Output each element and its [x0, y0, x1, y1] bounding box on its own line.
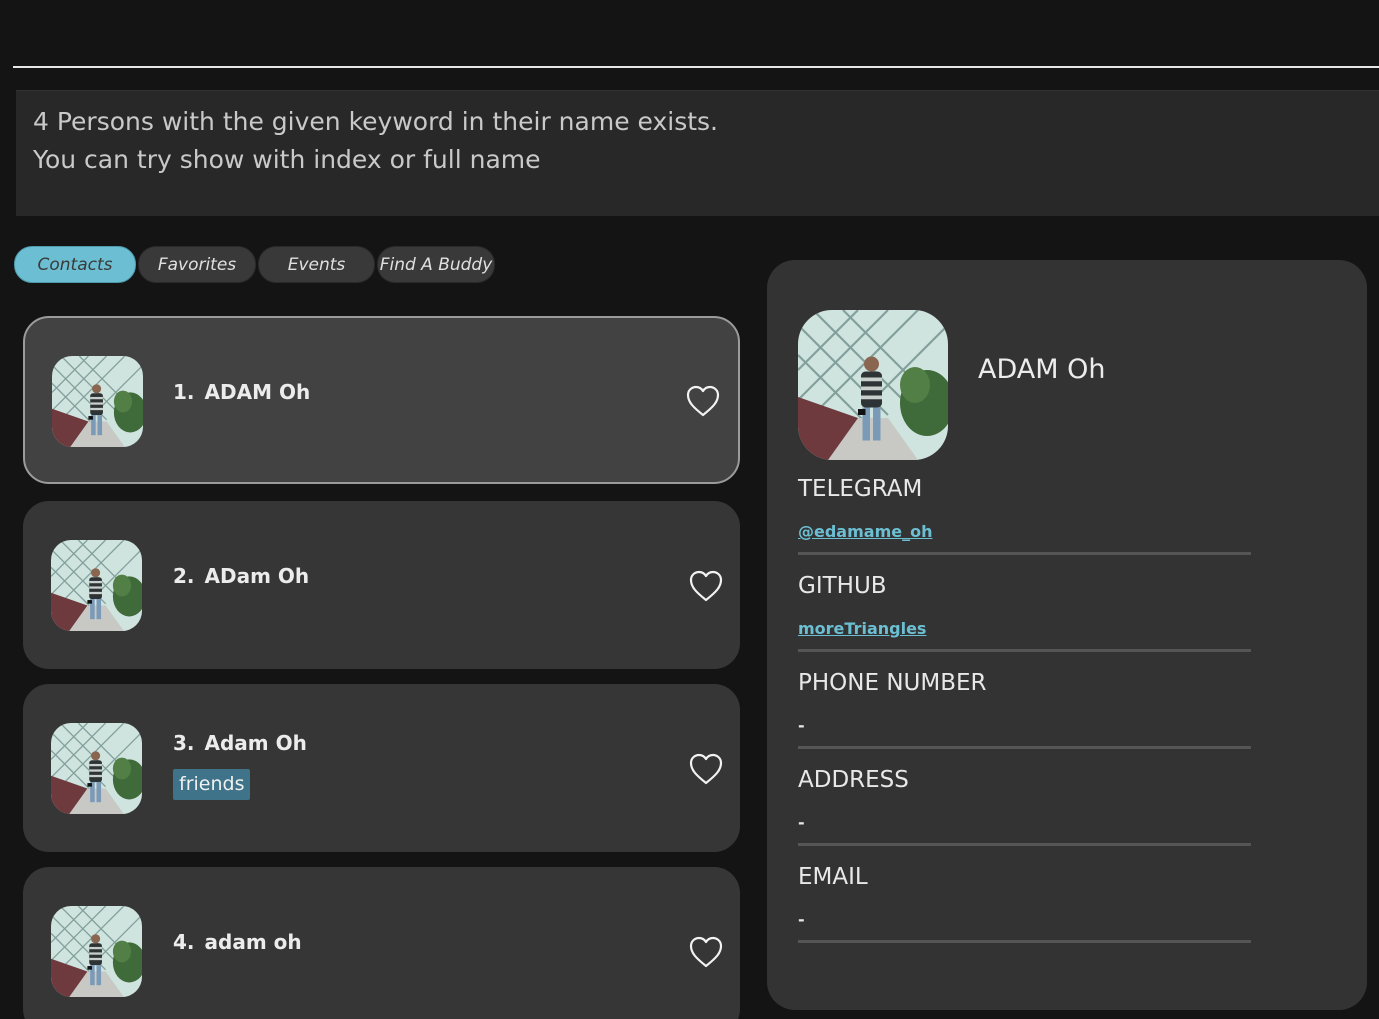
- contact-name: 3. Adam Oh: [173, 731, 307, 755]
- divider: [798, 940, 1251, 943]
- heart-outline-icon: [689, 570, 723, 602]
- telegram-link[interactable]: @edamame_oh: [798, 522, 1251, 548]
- contact-name-text: ADam Oh: [204, 564, 310, 588]
- contact-card[interactable]: 4. adam oh: [23, 867, 740, 1019]
- result-line-1: 4 Persons with the given keyword in thei…: [33, 107, 718, 136]
- command-input-underline: [13, 66, 1379, 68]
- avatar: [51, 723, 142, 814]
- avatar: [51, 540, 142, 631]
- contact-list[interactable]: 1. ADAM Oh 2. ADam Oh 3. Adam Oh friends…: [23, 316, 741, 1019]
- field-label: TELEGRAM: [798, 476, 923, 502]
- field-label: PHONE NUMBER: [798, 670, 987, 696]
- github-link[interactable]: moreTriangles: [798, 619, 1251, 645]
- contact-name-text: Adam Oh: [204, 731, 307, 755]
- avatar: [798, 310, 948, 460]
- field-value: -: [798, 813, 805, 832]
- contact-card[interactable]: 1. ADAM Oh: [23, 316, 740, 484]
- avatar: [52, 356, 143, 447]
- contact-name: 2. ADam Oh: [173, 564, 309, 588]
- heart-icon[interactable]: [688, 935, 724, 969]
- field-label: GITHUB: [798, 573, 887, 599]
- field-label: ADDRESS: [798, 767, 909, 793]
- detail-name: ADAM Oh: [978, 354, 1106, 385]
- contact-index: 4.: [173, 930, 195, 954]
- field-github: GITHUB moreTriangles: [798, 573, 1251, 652]
- avatar: [51, 906, 142, 997]
- profile-photo: [51, 540, 142, 631]
- contact-index: 3.: [173, 731, 195, 755]
- contact-index: 2.: [173, 564, 195, 588]
- field-value: -: [798, 910, 805, 929]
- contact-name: 1. ADAM Oh: [173, 380, 310, 404]
- field-phone-number: PHONE NUMBER -: [798, 670, 1251, 749]
- profile-photo: [51, 723, 142, 814]
- contact-index: 1.: [173, 380, 195, 404]
- tab-favorites[interactable]: Favorites: [138, 246, 256, 283]
- heart-outline-icon: [689, 753, 723, 785]
- divider: [798, 552, 1251, 555]
- field-telegram: TELEGRAM @edamame_oh: [798, 476, 1251, 555]
- field-address: ADDRESS -: [798, 767, 1251, 846]
- heart-icon[interactable]: [688, 569, 724, 603]
- command-bar[interactable]: [0, 0, 1379, 68]
- field-value: -: [798, 716, 805, 735]
- heart-icon[interactable]: [688, 752, 724, 786]
- field-label: EMAIL: [798, 864, 868, 890]
- tag-badge: friends: [173, 769, 251, 800]
- profile-photo: [798, 310, 948, 460]
- contact-name-text: adam oh: [204, 930, 302, 954]
- contact-name: 4. adam oh: [173, 930, 302, 954]
- contact-card[interactable]: 2. ADam Oh: [23, 501, 740, 669]
- heart-icon[interactable]: [685, 384, 721, 418]
- result-display: 4 Persons with the given keyword in thei…: [16, 90, 1379, 216]
- heart-outline-icon: [689, 936, 723, 968]
- contact-card[interactable]: 3. Adam Oh friends: [23, 684, 740, 852]
- tab-events[interactable]: Events: [258, 246, 375, 283]
- contact-name-text: ADAM Oh: [204, 380, 311, 404]
- heart-outline-icon: [686, 385, 720, 417]
- tab-contacts[interactable]: Contacts: [14, 246, 136, 283]
- contact-detail-panel: ADAM Oh TELEGRAM @edamame_oh GITHUB more…: [767, 260, 1367, 1010]
- divider: [798, 649, 1251, 652]
- tab-find-a-buddy[interactable]: Find A Buddy: [377, 246, 495, 283]
- result-line-2: You can try show with index or full name: [33, 145, 541, 174]
- divider: [798, 746, 1251, 749]
- divider: [798, 843, 1251, 846]
- profile-photo: [52, 356, 143, 447]
- profile-photo: [51, 906, 142, 997]
- field-email: EMAIL -: [798, 864, 1251, 943]
